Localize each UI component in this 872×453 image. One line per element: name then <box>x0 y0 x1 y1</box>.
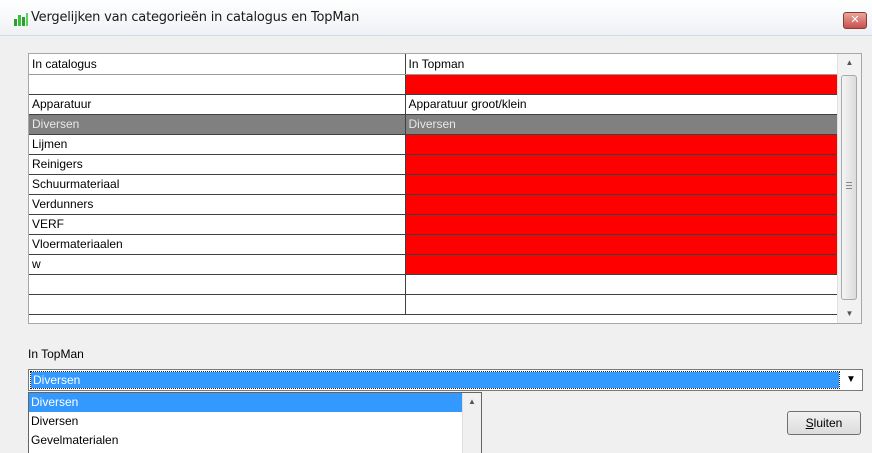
cell-topman[interactable] <box>405 154 840 175</box>
scroll-down-arrow-icon[interactable]: ▼ <box>838 305 861 323</box>
table-row[interactable] <box>29 74 840 95</box>
window-close-button[interactable]: ✕ <box>843 12 867 29</box>
table-row[interactable]: Lijmen <box>29 134 840 155</box>
cell-topman[interactable] <box>405 234 840 255</box>
sluiten-label: luiten <box>813 416 843 430</box>
dropdown-option[interactable]: Diversen <box>29 412 462 431</box>
dropdown-option[interactable]: Diversen <box>29 393 462 412</box>
cell-topman[interactable]: Apparatuur groot/klein <box>405 94 840 115</box>
cell-topman[interactable]: Diversen <box>405 114 840 135</box>
table-row[interactable]: Verdunners <box>29 194 840 215</box>
grid-body: Apparatuur Apparatuur groot/klein Diversen… <box>29 74 840 315</box>
cell-topman[interactable] <box>405 274 840 295</box>
cell-catalogus[interactable]: Diversen <box>29 114 406 135</box>
cell-topman[interactable] <box>405 134 840 155</box>
cell-catalogus[interactable]: w <box>29 254 406 275</box>
cell-catalogus[interactable]: Verdunners <box>29 194 406 215</box>
cell-catalogus[interactable]: VERF <box>29 214 406 235</box>
cell-topman[interactable] <box>405 194 840 215</box>
cell-catalogus[interactable] <box>29 274 406 295</box>
cell-topman[interactable] <box>405 254 840 275</box>
table-row[interactable]: VERF <box>29 214 840 235</box>
scroll-up-arrow-icon[interactable]: ▲ <box>463 397 481 406</box>
window-title: Vergelijken van categorieën in catalogus… <box>31 10 360 25</box>
table-row[interactable]: w <box>29 254 840 275</box>
cell-topman[interactable] <box>405 74 840 95</box>
grid-vertical-scrollbar[interactable]: ▲ ▼ <box>837 54 861 323</box>
cell-topman[interactable] <box>405 294 840 315</box>
cell-catalogus[interactable]: Schuurmateriaal <box>29 174 406 195</box>
cell-catalogus[interactable]: Lijmen <box>29 134 406 155</box>
table-row[interactable]: Diversen Diversen <box>29 114 840 135</box>
topman-label: In TopMan <box>28 347 84 361</box>
dropdown-scrollbar[interactable]: ▲ <box>462 393 481 453</box>
table-row[interactable]: Schuurmateriaal <box>29 174 840 195</box>
cell-catalogus[interactable]: Reinigers <box>29 154 406 175</box>
table-row[interactable] <box>29 294 840 315</box>
cell-catalogus[interactable] <box>29 294 406 315</box>
column-header-catalogus[interactable]: In catalogus <box>29 54 406 75</box>
title-bar: Vergelijken van categorieën in catalogus… <box>0 0 872 36</box>
category-grid[interactable]: In catalogus In Topman Apparatuur Apparat… <box>28 53 862 324</box>
dropdown-option[interactable]: Gevelmaterialen <box>29 431 462 450</box>
scroll-up-arrow-icon[interactable]: ▲ <box>838 54 861 72</box>
cell-topman[interactable] <box>405 174 840 195</box>
scroll-thumb[interactable] <box>841 75 857 300</box>
app-icon <box>14 13 28 26</box>
table-row[interactable] <box>29 274 840 295</box>
cell-catalogus[interactable] <box>29 74 406 95</box>
category-table: In catalogus In Topman Apparatuur Apparat… <box>29 54 840 315</box>
cell-topman[interactable] <box>405 214 840 235</box>
topman-dropdown-list[interactable]: Diversen Diversen Gevelmaterialen ▲ <box>28 392 482 453</box>
table-row[interactable]: Vloermateriaalen <box>29 234 840 255</box>
topman-selected-value[interactable]: Diversen <box>30 371 840 389</box>
cell-catalogus[interactable]: Vloermateriaalen <box>29 234 406 255</box>
grid-header-row: In catalogus In Topman <box>29 54 840 75</box>
sluiten-mnemonic: S <box>805 416 814 430</box>
cell-catalogus[interactable]: Apparatuur <box>29 94 406 115</box>
table-row[interactable]: Reinigers <box>29 154 840 175</box>
chevron-down-icon[interactable]: ▼ <box>842 372 860 388</box>
table-row[interactable]: Apparatuur Apparatuur groot/klein <box>29 94 840 115</box>
grip-icon <box>846 182 852 189</box>
topman-combobox[interactable]: Diversen ▼ <box>28 369 863 391</box>
column-header-topman[interactable]: In Topman <box>405 54 840 75</box>
sluiten-button[interactable]: Sluiten <box>787 411 861 435</box>
